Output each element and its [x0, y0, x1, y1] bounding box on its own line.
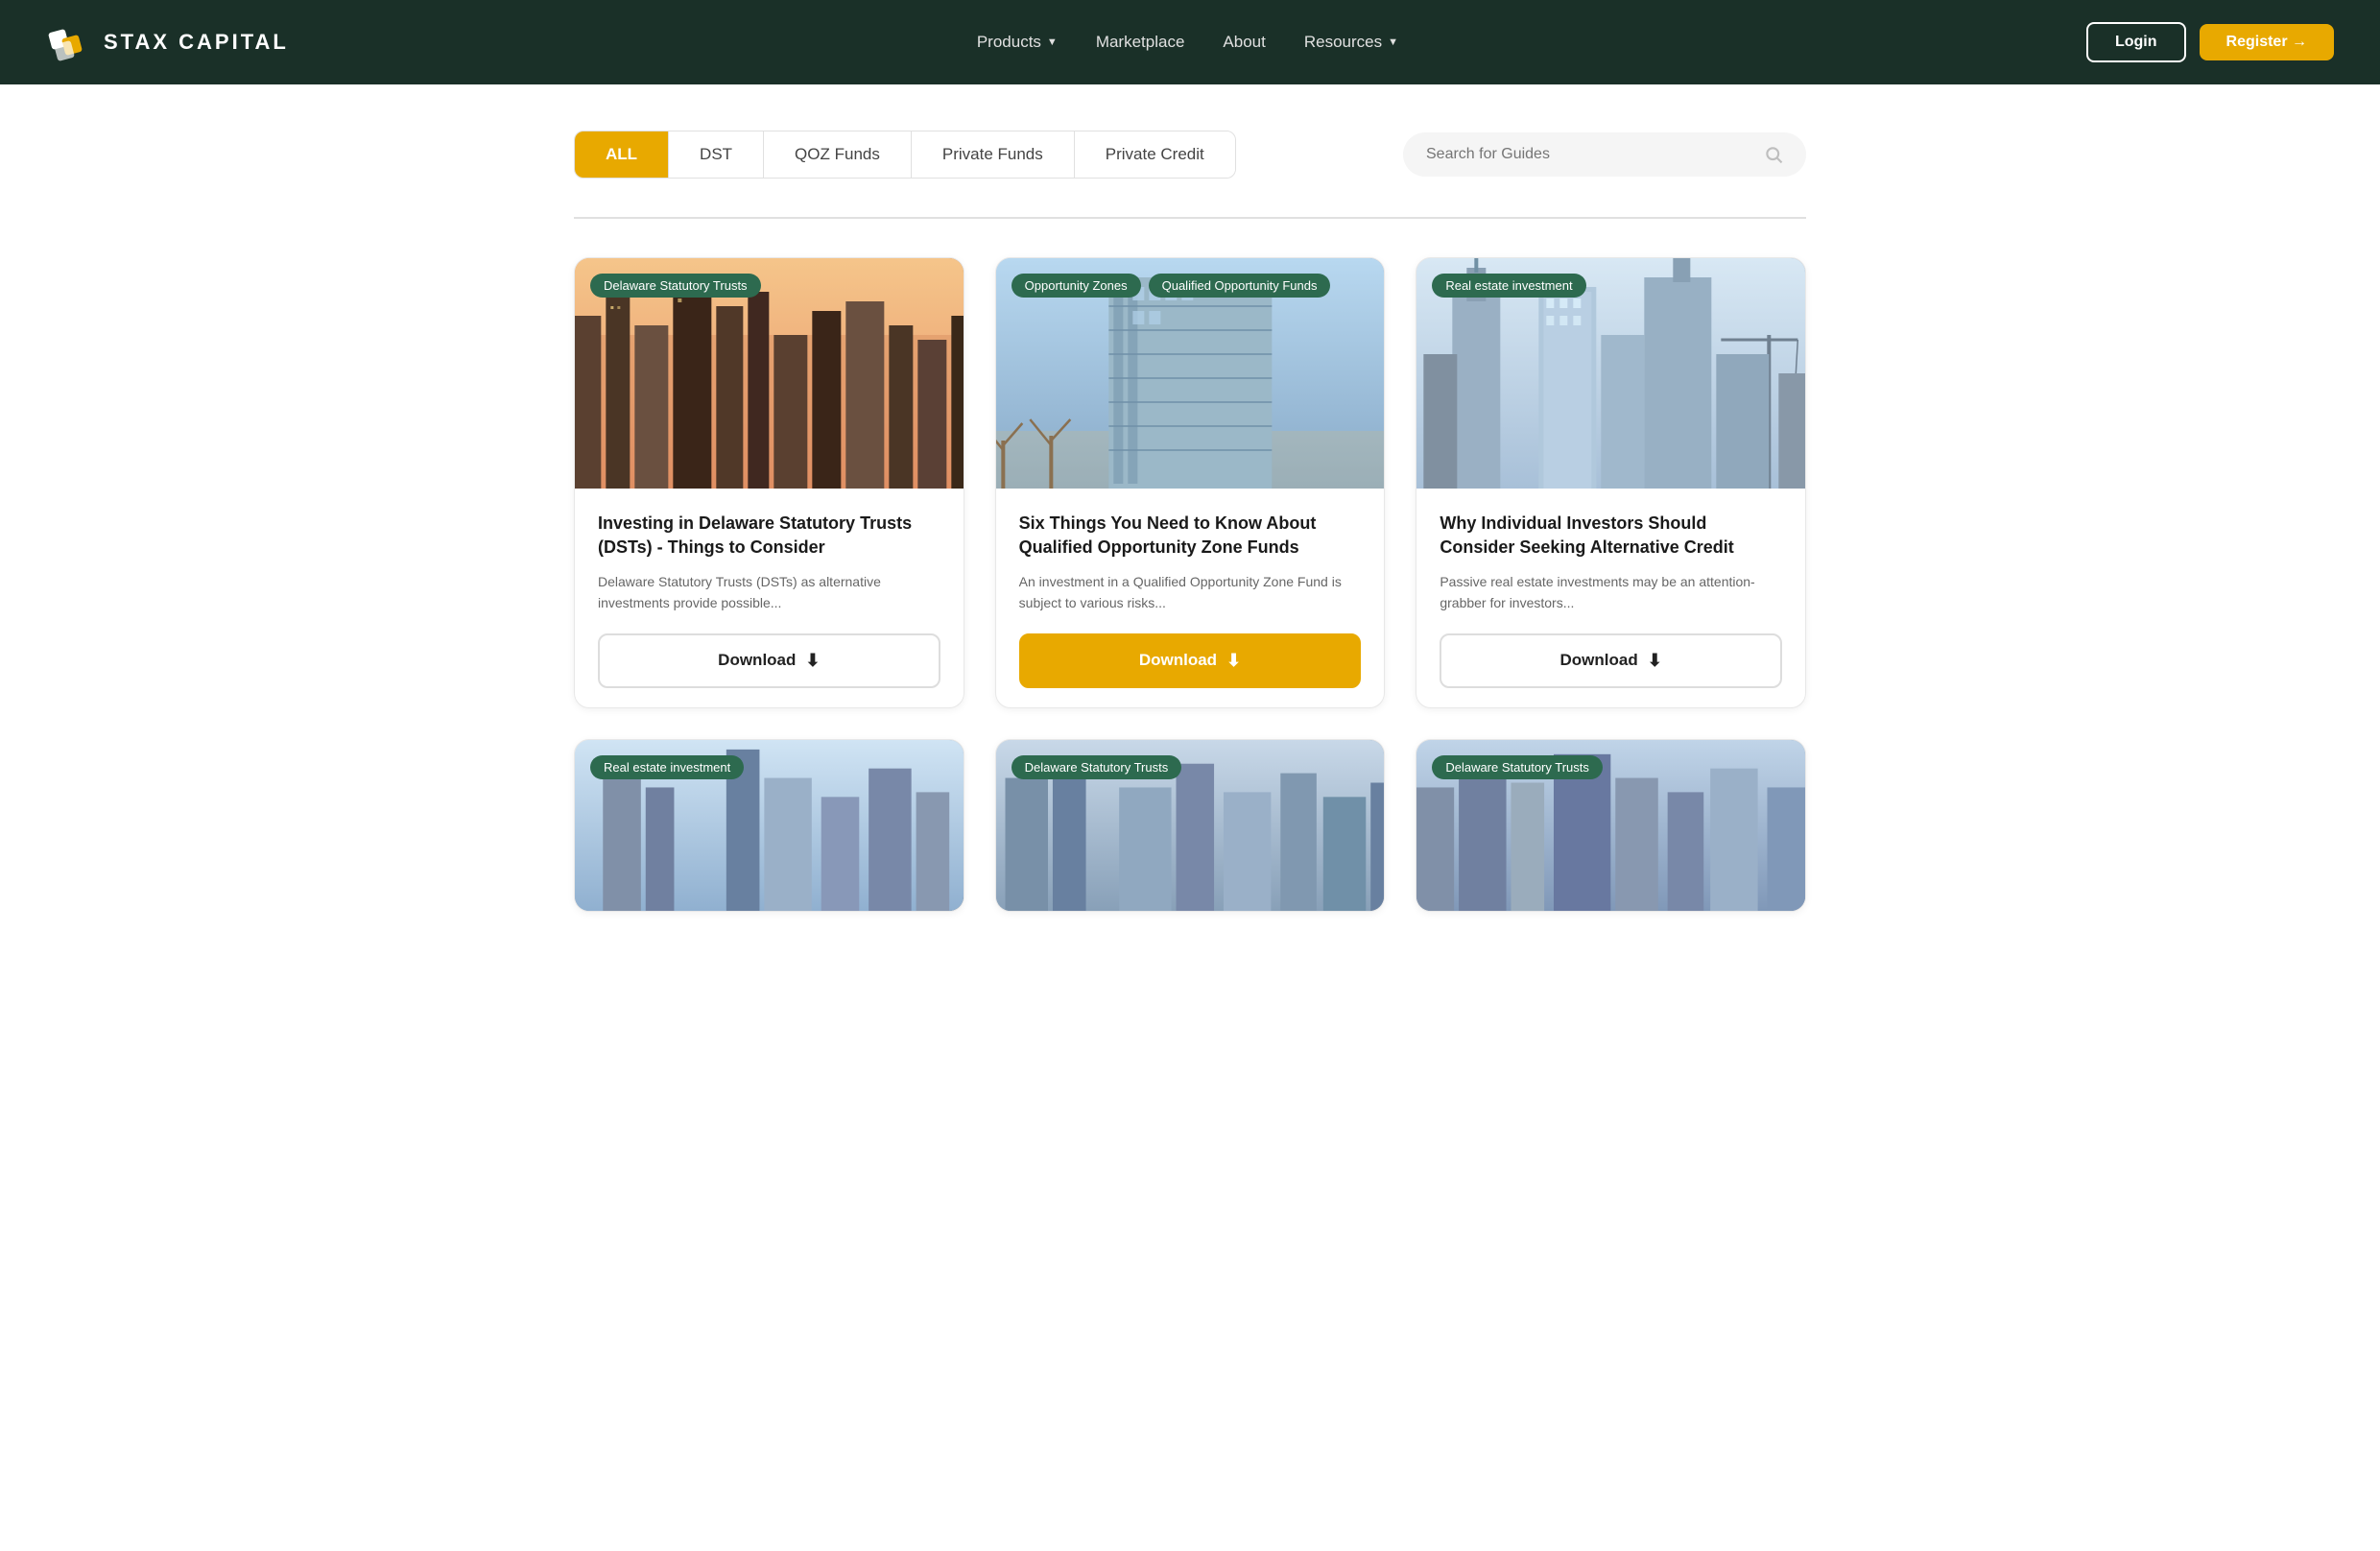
cards-grid: Delaware Statutory Trusts Investing in D…: [574, 257, 1806, 708]
bottom-card-2: Delaware Statutory Trusts: [995, 739, 1386, 912]
bottom-card-1-image: Real estate investment: [575, 740, 964, 911]
card-2-image: Opportunity Zones Qualified Opportunity …: [996, 258, 1385, 489]
card-1-excerpt: Delaware Statutory Trusts (DSTs) as alte…: [598, 571, 940, 614]
card-1-title: Investing in Delaware Statutory Trusts (…: [598, 512, 940, 560]
card-3-title: Why Individual Investors Should Consider…: [1440, 512, 1782, 560]
bottom-card-2-image: Delaware Statutory Trusts: [996, 740, 1385, 911]
card-2-title: Six Things You Need to Know About Qualif…: [1019, 512, 1362, 560]
tag-opp-zones: Opportunity Zones: [1012, 274, 1141, 298]
tag-dst-1: Delaware Statutory Trusts: [590, 274, 761, 298]
filter-tab-dst[interactable]: DST: [669, 131, 764, 178]
card-3-body: Why Individual Investors Should Consider…: [1416, 489, 1805, 707]
filter-bar: ALL DST QOZ Funds Private Funds Private …: [574, 131, 1806, 179]
search-bar: [1403, 132, 1806, 177]
products-caret: ▼: [1047, 36, 1058, 48]
nav-products[interactable]: Products ▼: [977, 33, 1058, 52]
navbar-links: Products ▼ Marketplace About Resources ▼: [977, 33, 1398, 52]
filter-tabs: ALL DST QOZ Funds Private Funds Private …: [574, 131, 1236, 179]
bottom-tag-dst-2: Delaware Statutory Trusts: [1012, 755, 1182, 779]
section-divider: [574, 217, 1806, 219]
nav-about[interactable]: About: [1223, 33, 1265, 52]
card-1-body: Investing in Delaware Statutory Trusts (…: [575, 489, 964, 707]
bottom-cards-grid: Real estate investment: [574, 739, 1806, 912]
logo[interactable]: STAX CAPITAL: [46, 19, 289, 65]
logo-icon: [46, 19, 92, 65]
register-button[interactable]: Register →: [2200, 24, 2334, 60]
card-1-tags: Delaware Statutory Trusts: [590, 274, 761, 298]
download-icon-3: ⬇: [1648, 651, 1662, 671]
nav-marketplace[interactable]: Marketplace: [1096, 33, 1185, 52]
card-3-excerpt: Passive real estate investments may be a…: [1440, 571, 1782, 614]
logo-text: STAX CAPITAL: [104, 30, 289, 55]
tag-qof: Qualified Opportunity Funds: [1149, 274, 1331, 298]
filter-tab-qoz[interactable]: QOZ Funds: [764, 131, 912, 178]
search-input[interactable]: [1426, 146, 1754, 163]
card-2-body: Six Things You Need to Know About Qualif…: [996, 489, 1385, 707]
card-2-tags: Opportunity Zones Qualified Opportunity …: [1012, 274, 1331, 298]
card-1: Delaware Statutory Trusts Investing in D…: [574, 257, 964, 708]
filter-tab-private-credit[interactable]: Private Credit: [1075, 131, 1235, 178]
bottom-tag-dst-3: Delaware Statutory Trusts: [1432, 755, 1603, 779]
download-icon-1: ⬇: [805, 651, 820, 671]
download-icon-2: ⬇: [1226, 651, 1241, 671]
card-3: Real estate investment Why Individual In…: [1416, 257, 1806, 708]
bottom-card-2-tags: Delaware Statutory Trusts: [1012, 755, 1182, 779]
tag-real-estate-1: Real estate investment: [1432, 274, 1585, 298]
card-2: Opportunity Zones Qualified Opportunity …: [995, 257, 1386, 708]
resources-caret: ▼: [1388, 36, 1398, 48]
card-2-download-button[interactable]: Download ⬇: [1019, 633, 1362, 688]
search-icon: [1764, 144, 1783, 165]
card-1-image: Delaware Statutory Trusts: [575, 258, 964, 489]
main-content: ALL DST QOZ Funds Private Funds Private …: [528, 84, 1852, 912]
filter-tab-all[interactable]: ALL: [575, 131, 669, 178]
card-3-image: Real estate investment: [1416, 258, 1805, 489]
bottom-card-3-image: Delaware Statutory Trusts: [1416, 740, 1805, 911]
card-2-excerpt: An investment in a Qualified Opportunity…: [1019, 571, 1362, 614]
nav-resources[interactable]: Resources ▼: [1304, 33, 1398, 52]
bottom-card-3-tags: Delaware Statutory Trusts: [1432, 755, 1603, 779]
card-3-download-button[interactable]: Download ⬇: [1440, 633, 1782, 688]
login-button[interactable]: Login: [2086, 22, 2186, 62]
navbar-actions: Login Register →: [2086, 22, 2334, 62]
filter-tab-private-funds[interactable]: Private Funds: [912, 131, 1075, 178]
bottom-card-3: Delaware Statutory Trusts: [1416, 739, 1806, 912]
navbar: STAX CAPITAL Products ▼ Marketplace Abou…: [0, 0, 2380, 84]
bottom-card-1-tags: Real estate investment: [590, 755, 744, 779]
bottom-card-1: Real estate investment: [574, 739, 964, 912]
card-1-download-button[interactable]: Download ⬇: [598, 633, 940, 688]
card-3-tags: Real estate investment: [1432, 274, 1585, 298]
bottom-tag-real-estate: Real estate investment: [590, 755, 744, 779]
